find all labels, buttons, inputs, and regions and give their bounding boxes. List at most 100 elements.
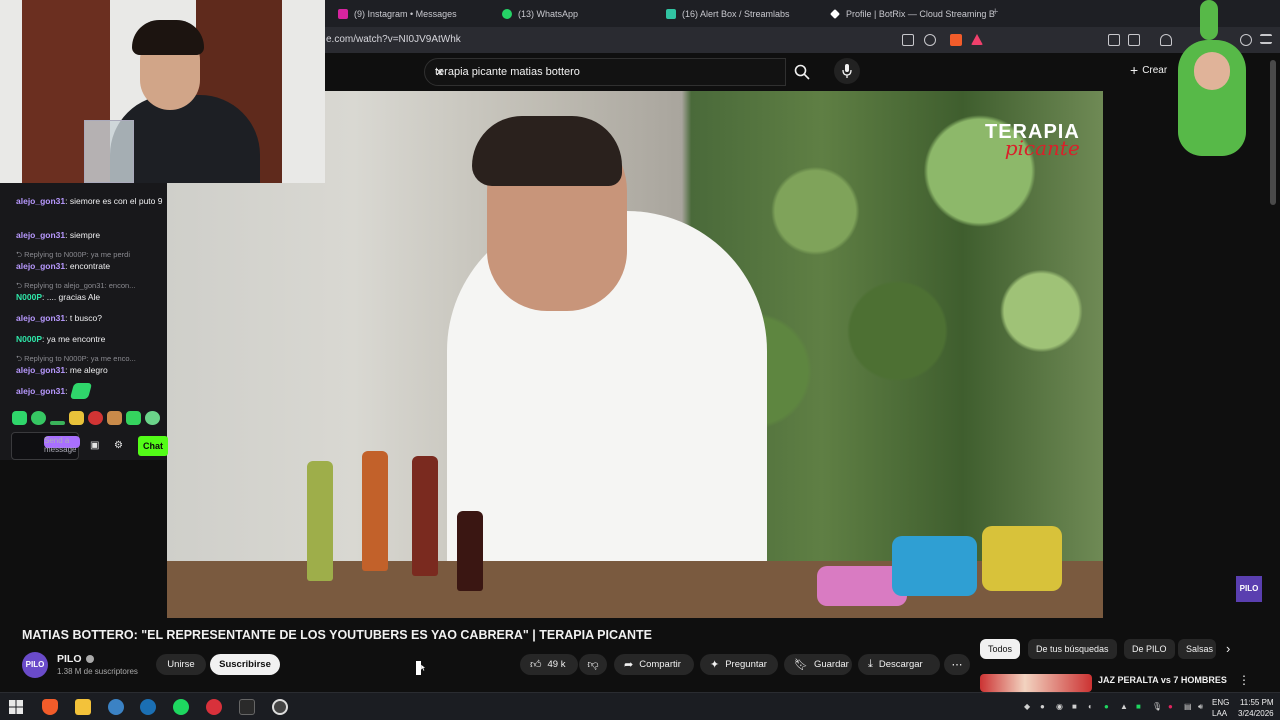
share-button[interactable]: ➦ Compartir [614,654,694,675]
share-arrow-icon: ➦ [624,659,634,671]
search-input[interactable]: terapia picante matias bottero [435,66,580,78]
clock-time: 11:55 PM [1239,698,1274,707]
windows-start-icon[interactable] [8,699,24,715]
emote-icon[interactable] [31,411,46,425]
more-actions-button[interactable]: ⋯ [944,654,970,675]
emote-icon[interactable] [69,411,84,425]
create-button[interactable]: + Crear [1130,62,1167,78]
obs-icon[interactable] [272,699,288,715]
chat-send-button[interactable]: Chat [138,436,168,456]
chip-from-channel[interactable]: De PILO [1124,639,1175,659]
emote-bar [12,411,160,425]
extensions-icon[interactable] [1108,34,1120,46]
tray-icon[interactable]: ◆ [1024,702,1030,711]
download-button[interactable]: ⤓ Descargar [858,654,940,675]
save-button[interactable]: 🔖︎ Guardar [784,654,852,675]
app-icon[interactable] [206,699,222,715]
emote-icon[interactable] [107,411,122,425]
search-box[interactable]: terapia picante matias bottero ✕ [424,58,786,86]
share-icon[interactable] [924,34,936,46]
network-icon[interactable]: ▤ [1184,702,1192,711]
url-field[interactable]: e.com/watch?v=NI0JV9AtWhk [326,34,461,45]
join-button[interactable]: Unirse [156,654,206,675]
chevron-right-icon[interactable]: › [1226,641,1230,656]
like-button[interactable]: 👍︎ 49 k [520,654,578,675]
chat-username[interactable]: alejo_gon31 [16,386,65,396]
brave-icon[interactable] [42,699,58,715]
chat-username[interactable]: alejo_gon31 [16,196,65,206]
emote-icon[interactable] [12,411,27,425]
file-explorer-icon[interactable] [75,699,91,715]
ask-button[interactable]: ✦ Preguntar [700,654,778,675]
chip-all[interactable]: Todos [980,639,1021,659]
tab-whatsapp[interactable]: (13) WhatsApp [502,4,578,23]
chat-message: alejo_gon31: siemore es con el puto 9 [16,196,163,206]
tab-instagram[interactable]: (9) Instagram • Messages [338,4,457,23]
page-scrollbar[interactable] [1270,60,1276,205]
menu-icon[interactable] [1260,34,1272,44]
tray-icon[interactable]: ▲ [1120,702,1128,711]
chat-username[interactable]: alejo_gon31 [16,230,65,240]
subscribe-button[interactable]: Suscribirse [210,654,280,675]
chat-message: N000P: .... gracias Ale [16,292,101,302]
emote-icon[interactable] [50,421,65,425]
chat-text: ya me encontre [46,334,106,344]
tab-botrix[interactable]: Profile | BotRix — Cloud Streaming B [830,4,995,23]
webcam-overlay [0,0,325,183]
voice-search-button[interactable] [834,58,860,84]
avatar[interactable]: PILO [22,652,48,678]
cast-icon[interactable] [902,34,914,46]
brave-shield-icon[interactable] [950,34,962,46]
tab-streamlabs[interactable]: (16) Alert Box / Streamlabs [666,4,790,23]
chat-username[interactable]: N000P [16,292,42,302]
chat-username[interactable]: alejo_gon31 [16,313,65,323]
emote-icon[interactable] [88,411,103,425]
thumbs-down-icon: 👎︎ [587,659,599,671]
language-indicator[interactable]: ENG LAA [1212,697,1229,719]
music-icon[interactable] [1160,34,1172,46]
tray-icon[interactable]: ● [1168,702,1173,711]
emote-icon[interactable] [126,411,141,425]
emote-icon[interactable] [145,411,160,425]
tray-icon[interactable]: ◉ [1056,702,1063,711]
gear-icon[interactable]: ⚙ [114,441,124,451]
terapia-picante-watermark: TERAPIA picante [985,121,1080,160]
more-vertical-icon[interactable]: ⋮ [1238,673,1250,687]
chrome-icon[interactable] [108,699,124,715]
chat-username[interactable]: alejo_gon31 [16,261,65,271]
epic-games-icon[interactable] [239,699,255,715]
video-frame-bottle [307,461,333,581]
new-tab-icon[interactable]: + [992,6,998,18]
chip-from-searches[interactable]: De tus búsquedas [1028,639,1117,659]
spotify-tray-icon[interactable]: ● [1104,702,1109,711]
gift-icon[interactable]: ▣ [90,441,100,451]
channel-name[interactable]: PILO [57,653,94,665]
search-button[interactable] [786,58,818,86]
spotify-icon[interactable] [173,699,189,715]
close-icon[interactable]: ✕ [435,66,444,79]
tray-icon[interactable]: ■ [1136,702,1141,711]
dislike-button[interactable]: 👎︎ [579,654,607,675]
chat-input[interactable]: Send a message [11,432,80,460]
webcam-streamer-hair [132,20,204,55]
reply-text: Replying to N000P: ya me perdi [24,250,130,259]
brave-rewards-icon[interactable] [971,34,983,45]
tray-icon[interactable]: ■ [1072,702,1077,711]
suggested-video-thumbnail[interactable] [980,674,1092,692]
tray-icon[interactable]: ◐ [1088,702,1093,711]
chat-username[interactable]: alejo_gon31 [16,365,65,375]
sidebar-icon[interactable] [1128,34,1140,46]
stream-chat-panel: alejo_gon31: siemore es con el puto 9 al… [0,183,168,460]
microphone-icon[interactable]: 🎙︎ [1152,702,1162,711]
tray-icon[interactable]: ● [1040,702,1045,711]
steam-icon[interactable] [140,699,156,715]
verified-icon [85,655,94,663]
chip-topic[interactable]: Salsas [1178,639,1216,659]
system-clock[interactable]: 11:55 PM 3/24/2026 [1238,697,1274,719]
suggested-video-title[interactable]: JAZ PERALTA vs 7 HOMBRES [1098,675,1227,685]
bookmark-icon: 🔖︎ [794,659,808,671]
chat-message: alejo_gon31: t busco? [16,313,103,323]
channel-watermark-badge[interactable]: PILO [1236,576,1262,602]
volume-icon[interactable]: 🔊︎ [1198,702,1203,712]
chat-username[interactable]: N000P [16,334,42,344]
